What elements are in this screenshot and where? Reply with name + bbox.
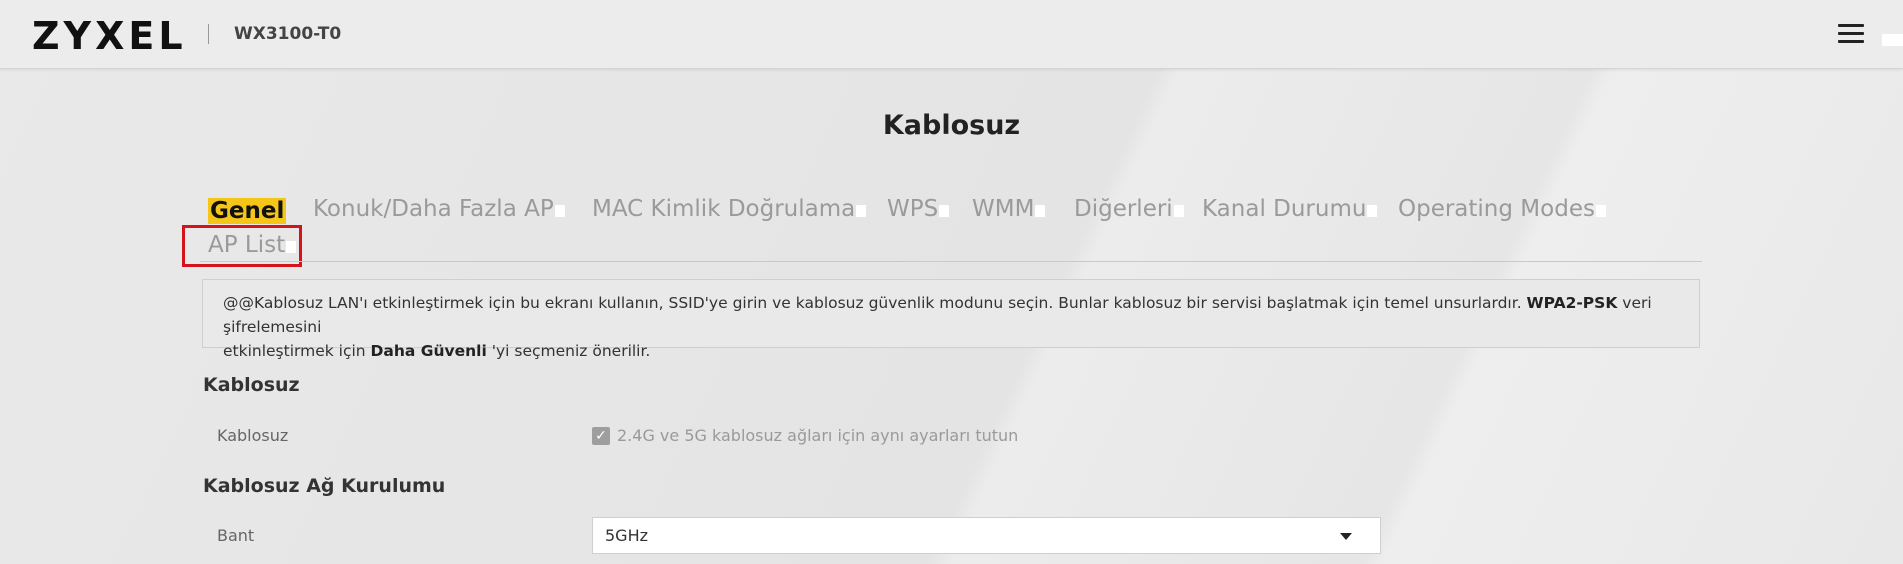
tab-label: WMM <box>972 196 1035 222</box>
zyxel-logo[interactable]: ZYXEL <box>32 14 187 58</box>
tab-wmm[interactable]: WMM <box>972 196 1046 222</box>
band-value: 5GHz <box>605 526 649 545</box>
tab-wps[interactable]: WPS <box>887 196 950 222</box>
edge-artifact <box>1882 34 1903 46</box>
band-select[interactable]: 5GHz <box>592 517 1381 554</box>
chevron-down-icon <box>1340 533 1352 540</box>
info-line-1: @@Kablosuz LAN'ı etkinleştirmek için bu … <box>223 294 1652 336</box>
tab-mac-auth[interactable]: MAC Kimlik Doğrulama <box>592 196 867 222</box>
top-bar: ZYXEL WX3100-T0 <box>0 0 1903 69</box>
band-label: Bant <box>217 526 255 545</box>
tab-label: WPS <box>887 196 939 222</box>
tab-channel-status[interactable]: Kanal Durumu <box>1202 196 1378 222</box>
header-divider <box>208 24 209 44</box>
same-settings-label[interactable]: 2.4G ve 5G kablosuz ağları için aynı aya… <box>617 426 1018 445</box>
hamburger-menu-icon[interactable] <box>1838 24 1864 46</box>
info-line-2: etkinleştirmek için Daha Güvenli 'yi seç… <box>223 342 651 360</box>
wireless-label: Kablosuz <box>217 426 289 445</box>
tab-label: MAC Kimlik Doğrulama <box>592 196 856 222</box>
tab-underline <box>200 261 1702 262</box>
section-title-network-setup: Kablosuz Ağ Kurulumu <box>203 475 446 497</box>
tab-guest-ap[interactable]: Konuk/Daha Fazla AP <box>313 196 565 222</box>
tab-label: Operating Modes <box>1398 196 1595 222</box>
tab-others[interactable]: Diğerleri <box>1074 196 1184 222</box>
info-box: @@Kablosuz LAN'ı etkinleştirmek için bu … <box>202 279 1700 360</box>
tab-label: Genel <box>208 198 287 224</box>
tab-label: Konuk/Daha Fazla AP <box>313 196 554 222</box>
device-model: WX3100-T0 <box>234 24 342 44</box>
tab-operating-modes[interactable]: Operating Modes <box>1398 196 1606 222</box>
tab-label: Diğerleri <box>1074 196 1173 222</box>
section-title-wireless: Kablosuz <box>203 374 300 396</box>
page-title: Kablosuz <box>882 110 1021 141</box>
same-settings-checkbox[interactable]: ✓ <box>592 427 610 445</box>
tab-genel[interactable]: Genel <box>208 198 287 224</box>
tab-label: Kanal Durumu <box>1202 196 1367 222</box>
